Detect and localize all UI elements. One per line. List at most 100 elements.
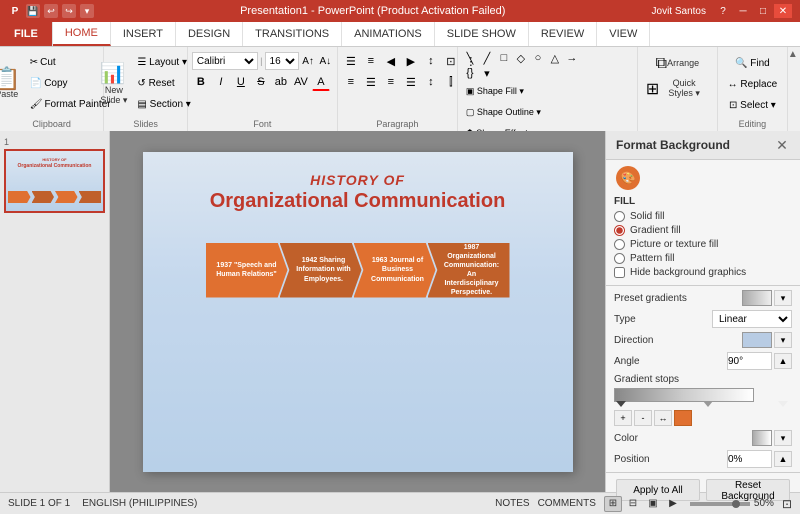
- shape-6[interactable]: △: [547, 51, 563, 65]
- position-up[interactable]: ▲: [774, 451, 792, 467]
- align-right-button[interactable]: ≡: [382, 73, 400, 91]
- direction-dropdown[interactable]: ▾: [774, 332, 792, 348]
- font-color-button[interactable]: A: [312, 73, 330, 91]
- quick-styles-button[interactable]: ⊞ Quick Styles ▾: [642, 77, 713, 101]
- char-spacing-button[interactable]: AV: [292, 73, 310, 91]
- font-increase-button[interactable]: A↑: [301, 52, 316, 70]
- minimize-button[interactable]: ─: [734, 4, 752, 18]
- select-button[interactable]: ⊡ Select ▾: [725, 95, 780, 115]
- ribbon-tabs: FILE HOME INSERT DESIGN TRANSITIONS ANIM…: [0, 22, 800, 47]
- comments-button[interactable]: COMMENTS: [538, 498, 596, 509]
- remove-stop-button[interactable]: -: [634, 410, 652, 426]
- shape-5[interactable]: ○: [530, 51, 546, 65]
- zoom-slider-thumb[interactable]: [732, 500, 740, 508]
- tab-insert[interactable]: INSERT: [111, 22, 176, 46]
- shape-3[interactable]: □: [496, 51, 512, 65]
- maximize-button[interactable]: □: [754, 4, 772, 18]
- arrange-button[interactable]: ⧉ Arrange: [652, 53, 703, 75]
- tab-slideshow[interactable]: SLIDE SHOW: [435, 22, 529, 46]
- reverse-stops-button[interactable]: ↔: [654, 410, 672, 426]
- shape-8[interactable]: {}: [462, 66, 478, 80]
- bullets-button[interactable]: ☰: [342, 52, 360, 70]
- line-spacing-button[interactable]: ↕: [422, 73, 440, 91]
- replace-button[interactable]: ↔ Replace: [724, 74, 781, 94]
- pattern-fill-radio[interactable]: Pattern fill: [614, 253, 792, 264]
- text-direction-button[interactable]: ↕: [422, 52, 440, 70]
- shape-4[interactable]: ◇: [513, 51, 529, 65]
- shape-fill-button[interactable]: ▣ Shape Fill ▾: [462, 81, 545, 101]
- font-name-select[interactable]: Calibri: [192, 52, 258, 70]
- decrease-indent-button[interactable]: ◀: [382, 52, 400, 70]
- color-button-small[interactable]: [674, 410, 692, 426]
- collapse-ribbon[interactable]: ▲: [788, 47, 800, 131]
- picture-fill-radio[interactable]: Picture or texture fill: [614, 239, 792, 250]
- tab-transitions[interactable]: TRANSITIONS: [243, 22, 342, 46]
- font-size-select[interactable]: 16: [265, 52, 299, 70]
- shape-outline-button[interactable]: ▢ Shape Outline ▾: [462, 102, 545, 122]
- tab-home[interactable]: HOME: [53, 22, 111, 46]
- reading-view-button[interactable]: ▣: [644, 496, 662, 512]
- align-center-button[interactable]: ☰: [362, 73, 380, 91]
- preset-dropdown[interactable]: ▾: [774, 290, 792, 306]
- strikethrough-button[interactable]: S: [252, 73, 270, 91]
- gradient-stop-3[interactable]: [778, 401, 788, 407]
- slideshow-view-button[interactable]: ▶: [664, 496, 682, 512]
- gradient-fill-radio[interactable]: Gradient fill: [614, 225, 792, 236]
- panel-close-button[interactable]: ✕: [774, 137, 790, 153]
- paragraph-label: Paragraph: [342, 118, 453, 131]
- preset-swatch[interactable]: [742, 290, 772, 306]
- new-slide-button[interactable]: 📊 NewSlide ▾: [96, 59, 132, 108]
- shape-2[interactable]: ╱: [479, 51, 495, 65]
- find-button[interactable]: 🔍 Find: [731, 53, 774, 73]
- fit-to-window-button[interactable]: ⊡: [782, 497, 792, 511]
- undo-icon[interactable]: ↩: [44, 4, 58, 18]
- tab-review[interactable]: REVIEW: [529, 22, 597, 46]
- redo-icon[interactable]: ↪: [62, 4, 76, 18]
- position-input[interactable]: [727, 450, 772, 468]
- color-swatch[interactable]: [752, 430, 772, 446]
- color-dropdown[interactable]: ▾: [774, 430, 792, 446]
- layout-button[interactable]: ☰ Layout ▾: [133, 53, 194, 73]
- tab-animations[interactable]: ANIMATIONS: [342, 22, 435, 46]
- quick-styles-label: Quick Styles ▾: [659, 79, 709, 99]
- numbering-button[interactable]: ≡: [362, 52, 380, 70]
- add-stop-button[interactable]: +: [614, 410, 632, 426]
- slide-thumbnail-1[interactable]: HISTORY OF Organizational Communication: [4, 149, 105, 213]
- type-select[interactable]: Linear Radial Rectangular: [712, 310, 792, 328]
- shape-7[interactable]: →: [564, 51, 580, 65]
- gradient-stop-1[interactable]: [616, 401, 626, 407]
- ribbon-group-slides: 📊 NewSlide ▾ ☰ Layout ▾ ↺ Reset ▤ Sectio…: [104, 47, 188, 131]
- customize-icon[interactable]: ▾: [80, 4, 94, 18]
- slide-sorter-button[interactable]: ⊟: [624, 496, 642, 512]
- italic-button[interactable]: I: [212, 73, 230, 91]
- shape-1[interactable]: ╲: [462, 51, 478, 65]
- notes-button[interactable]: NOTES: [495, 498, 529, 509]
- tab-design[interactable]: DESIGN: [176, 22, 243, 46]
- shadow-button[interactable]: ab: [272, 73, 290, 91]
- direction-swatch[interactable]: [742, 332, 772, 348]
- tab-view[interactable]: VIEW: [597, 22, 650, 46]
- underline-button[interactable]: U: [232, 73, 250, 91]
- zoom-slider[interactable]: [690, 502, 750, 506]
- increase-indent-button[interactable]: ▶: [402, 52, 420, 70]
- justify-button[interactable]: ☰: [402, 73, 420, 91]
- gradient-stop-2[interactable]: [703, 401, 713, 407]
- hide-bg-checkbox[interactable]: Hide background graphics: [614, 267, 792, 278]
- shape-more[interactable]: ▾: [479, 66, 495, 80]
- angle-up[interactable]: ▲: [774, 353, 792, 369]
- align-left-button[interactable]: ≡: [342, 73, 360, 91]
- reset-button[interactable]: ↺ Reset: [133, 74, 194, 94]
- bold-button[interactable]: B: [192, 73, 210, 91]
- font-decrease-button[interactable]: A↓: [318, 52, 333, 70]
- solid-fill-radio[interactable]: Solid fill: [614, 211, 792, 222]
- section-button[interactable]: ▤ Section ▾: [133, 95, 194, 115]
- save-icon[interactable]: 💾: [26, 4, 40, 18]
- slide-canvas[interactable]: HISTORY OF Organizational Communication …: [143, 152, 573, 472]
- paste-button[interactable]: 📋 Paste: [0, 66, 25, 102]
- normal-view-button[interactable]: ⊞: [604, 496, 622, 512]
- close-button[interactable]: ✕: [774, 4, 792, 18]
- tab-file[interactable]: FILE: [0, 22, 53, 46]
- help-button[interactable]: ?: [714, 4, 732, 18]
- angle-input[interactable]: [727, 352, 772, 370]
- gradient-bar[interactable]: [614, 388, 754, 402]
